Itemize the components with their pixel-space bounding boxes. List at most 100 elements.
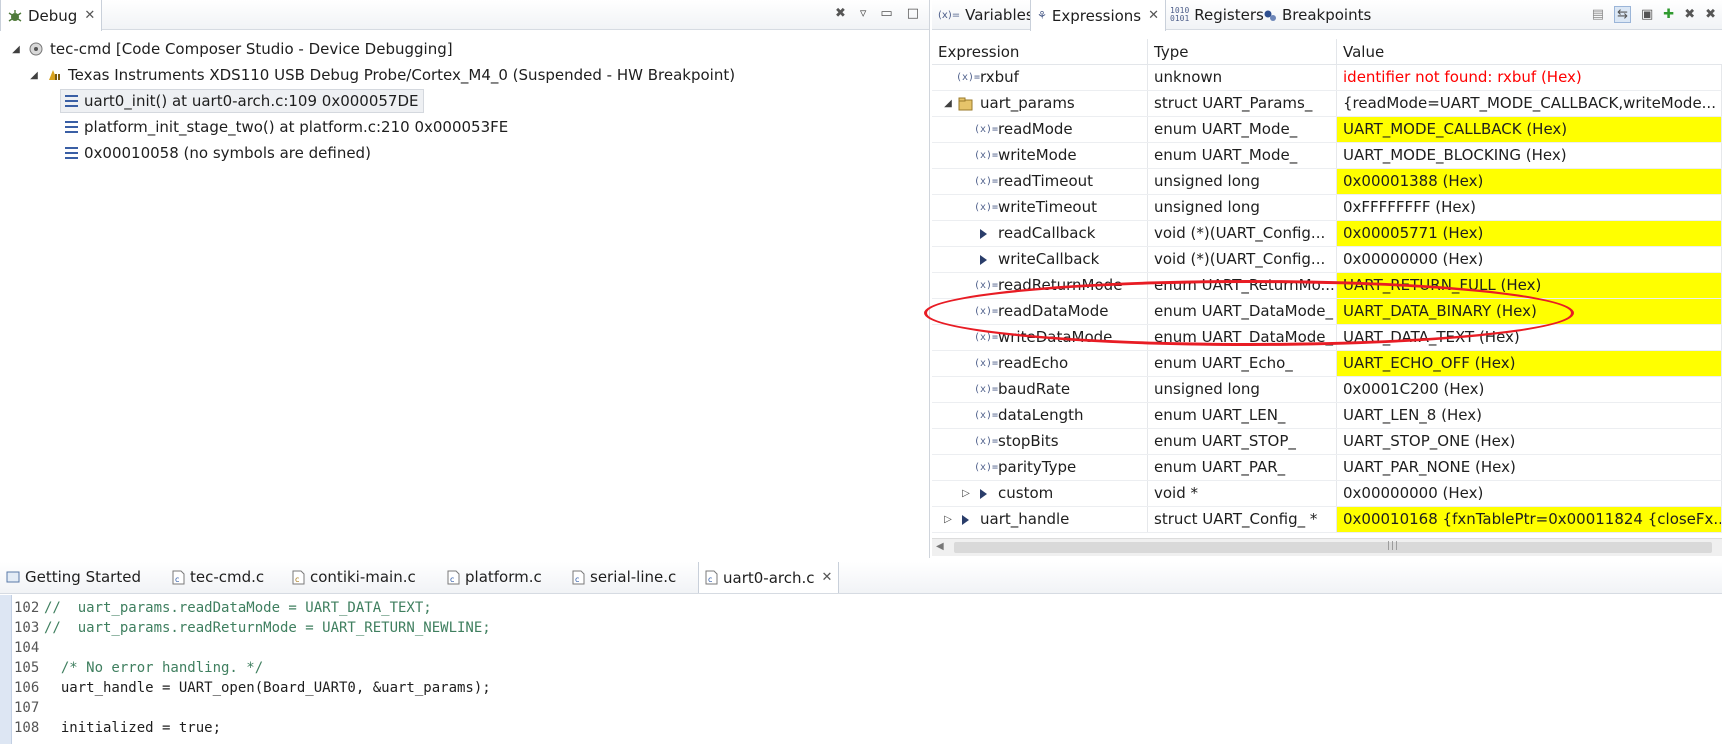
expression-value[interactable]: 0x00001388 (Hex)	[1337, 169, 1722, 194]
table-row[interactable]: (x)= readDataMode enum UART_DataMode_ UAR…	[932, 299, 1722, 325]
maximize-icon[interactable]: □	[907, 6, 919, 21]
tab-registers[interactable]: 1010 0101 Registers	[1164, 0, 1270, 30]
code-editor[interactable]: 102// uart_params.readDataMode = UART_DA…	[0, 595, 1722, 744]
stack-frame[interactable]: 0x00010058 (no symbols are defined)	[65, 141, 371, 165]
expression-value[interactable]: {readMode=UART_MODE_CALLBACK,writeMode..…	[1337, 91, 1722, 116]
table-row[interactable]: (x)= dataLength enum UART_LEN_ UART_LEN_8…	[932, 403, 1722, 429]
tab-variables-label: Variables	[965, 6, 1034, 24]
remove-terminated-icon[interactable]: ✖	[835, 6, 846, 21]
tab-tec-cmd-c[interactable]: c tec-cmd.c	[166, 562, 270, 592]
expression-value[interactable]: 0x00000000 (Hex)	[1337, 247, 1722, 272]
expression-value[interactable]: UART_PAR_NONE (Hex)	[1337, 455, 1722, 480]
column-type[interactable]: Type	[1148, 39, 1337, 65]
close-icon[interactable]: ✕	[1148, 8, 1159, 23]
expression-value[interactable]: 0x0001C200 (Hex)	[1337, 377, 1722, 402]
tab-expressions[interactable]: ⚘ Expressions ✕	[1030, 0, 1167, 31]
svg-text:c: c	[175, 575, 179, 584]
add-expression-icon[interactable]: ✚	[1663, 7, 1674, 22]
stack-frame-label: uart0_init() at uart0-arch.c:109 0x00005…	[84, 92, 419, 110]
tab-breakpoints[interactable]: Breakpoints	[1257, 0, 1377, 30]
code-line[interactable]: 108 initialized = true;	[14, 718, 221, 738]
code-line[interactable]: 104	[14, 638, 44, 658]
expression-value[interactable]: UART_ECHO_OFF (Hex)	[1337, 351, 1722, 376]
collapse-icon[interactable]: ◢	[10, 44, 22, 55]
expression-value[interactable]: UART_DATA_TEXT (Hex)	[1337, 325, 1722, 350]
expression-value[interactable]: UART_DATA_BINARY (Hex)	[1337, 299, 1722, 324]
editor-area: Getting Started c tec-cmd.c c contiki-ma…	[0, 562, 1722, 744]
table-row[interactable]: (x)= writeMode enum UART_Mode_ UART_MODE_…	[932, 143, 1722, 169]
table-row[interactable]: (x)= readReturnMode enum UART_ReturnMo...…	[932, 273, 1722, 299]
stack-frame-selected[interactable]: uart0_init() at uart0-arch.c:109 0x00005…	[60, 89, 424, 113]
table-row[interactable]: writeCallback void (*)(UART_Config... 0x…	[932, 247, 1722, 273]
table-row[interactable]: (x)= stopBits enum UART_STOP_ UART_STOP_O…	[932, 429, 1722, 455]
tab-uart0-arch-c[interactable]: c uart0-arch.c ✕	[698, 562, 840, 593]
remove-expression-icon[interactable]: ✖	[1684, 7, 1695, 22]
view-menu-icon[interactable]: ▿	[860, 6, 867, 21]
show-type-names-icon[interactable]: ▤	[1592, 7, 1604, 22]
collapse-all-icon[interactable]: ▣	[1641, 7, 1653, 22]
line-number: 102	[14, 600, 40, 616]
table-row[interactable]: ▷ uart_handle struct UART_Config_ * 0x000…	[932, 507, 1722, 533]
expression-value[interactable]: UART_MODE_BLOCKING (Hex)	[1337, 143, 1722, 168]
table-row[interactable]: ◢ uart_params struct UART_Params_ {readMo…	[932, 91, 1722, 117]
tab-variables[interactable]: (x)= Variables	[932, 0, 1040, 30]
column-value[interactable]: Value	[1337, 39, 1722, 65]
code-line[interactable]: 106 uart_handle = UART_open(Board_UART0,…	[14, 678, 491, 698]
code-line[interactable]: 102// uart_params.readDataMode = UART_DA…	[14, 598, 432, 618]
tab-serial-line-c[interactable]: c serial-line.c	[566, 562, 682, 592]
code-line[interactable]: 103// uart_params.readReturnMode = UART_…	[14, 618, 491, 638]
expression-value[interactable]: UART_RETURN_FULL (Hex)	[1337, 273, 1722, 298]
expression-value[interactable]: 0xFFFFFFFF (Hex)	[1337, 195, 1722, 220]
expression-value[interactable]: UART_MODE_CALLBACK (Hex)	[1337, 117, 1722, 142]
table-row[interactable]: (x)= baudRate unsigned long 0x0001C200 (H…	[932, 377, 1722, 403]
expand-icon[interactable]: ▷	[960, 481, 972, 506]
expression-value[interactable]: 0x00005771 (Hex)	[1337, 221, 1722, 246]
expression-value[interactable]: 0x00010168 {fxnTablePtr=0x00011824 {clos…	[1337, 507, 1722, 532]
collapse-icon[interactable]: ◢	[942, 91, 954, 116]
table-row[interactable]: (x)= readEcho enum UART_Echo_ UART_ECHO_O…	[932, 351, 1722, 377]
column-expression[interactable]: Expression	[932, 39, 1148, 65]
tab-platform-c[interactable]: c platform.c	[441, 562, 548, 592]
table-row[interactable]: (x)= readTimeout unsigned long 0x00001388…	[932, 169, 1722, 195]
table-row[interactable]: readCallback void (*)(UART_Config... 0x0…	[932, 221, 1722, 247]
expand-icon[interactable]: ▷	[942, 507, 954, 532]
show-logical-structure-icon[interactable]: ⇆	[1614, 6, 1631, 23]
minimize-icon[interactable]: ▭	[880, 6, 892, 21]
expression-value[interactable]: UART_LEN_8 (Hex)	[1337, 403, 1722, 428]
tab-contiki-main-c[interactable]: c contiki-main.c	[286, 562, 422, 592]
table-row[interactable]: (x)= writeDataMode enum UART_DataMode_ UA…	[932, 325, 1722, 351]
table-row[interactable]: (x)= rxbuf unknown identifier not found: …	[932, 65, 1722, 91]
expression-value[interactable]: 0x00000000 (Hex)	[1337, 481, 1722, 506]
variable-icon: (x)=	[974, 176, 999, 187]
debug-session-item[interactable]: ◢ tec-cmd [Code Composer Studio - Device…	[10, 37, 452, 61]
tab-registers-label: Registers	[1194, 6, 1264, 24]
editor-gutter[interactable]	[0, 595, 12, 744]
scrollbar-thumb[interactable]	[954, 542, 1712, 553]
expression-type: void (*)(UART_Config...	[1148, 247, 1337, 272]
code-line[interactable]: 105 /* No error handling. */	[14, 658, 263, 678]
table-row[interactable]: (x)= writeTimeout unsigned long 0xFFFFFFF…	[932, 195, 1722, 221]
expression-value[interactable]: identifier not found: rxbuf (Hex)	[1337, 65, 1722, 90]
close-icon[interactable]: ✕	[822, 570, 833, 585]
expression-name: uart_params	[980, 94, 1075, 112]
horizontal-scrollbar[interactable]: ◀ |||	[932, 538, 1722, 556]
code-line[interactable]: 107	[14, 698, 44, 718]
remove-all-icon[interactable]: ✖	[1705, 7, 1716, 22]
tab-getting-started[interactable]: Getting Started	[0, 562, 147, 592]
table-row[interactable]: ▷ custom void * 0x00000000 (Hex)	[932, 481, 1722, 507]
stack-frame[interactable]: platform_init_stage_two() at platform.c:…	[65, 115, 508, 139]
table-row[interactable]: (x)= readMode enum UART_Mode_ UART_MODE_C…	[932, 117, 1722, 143]
debug-target-item[interactable]: ◢ Texas Instruments XDS110 USB Debug Pro…	[28, 63, 735, 87]
line-text: initialized = true;	[44, 720, 222, 736]
collapse-icon[interactable]: ◢	[28, 70, 40, 81]
scroll-left-icon[interactable]: ◀	[936, 541, 944, 552]
close-icon[interactable]: ✕	[84, 8, 95, 23]
pointer-icon	[974, 488, 992, 499]
tab-debug[interactable]: Debug ✕	[0, 0, 103, 31]
stack-frame-label: 0x00010058 (no symbols are defined)	[84, 144, 371, 162]
c-file-icon: c	[705, 570, 718, 585]
expression-name: stopBits	[998, 432, 1059, 450]
expression-type: void *	[1148, 481, 1337, 506]
table-row[interactable]: (x)= parityType enum UART_PAR_ UART_PAR_N…	[932, 455, 1722, 481]
expression-value[interactable]: UART_STOP_ONE (Hex)	[1337, 429, 1722, 454]
